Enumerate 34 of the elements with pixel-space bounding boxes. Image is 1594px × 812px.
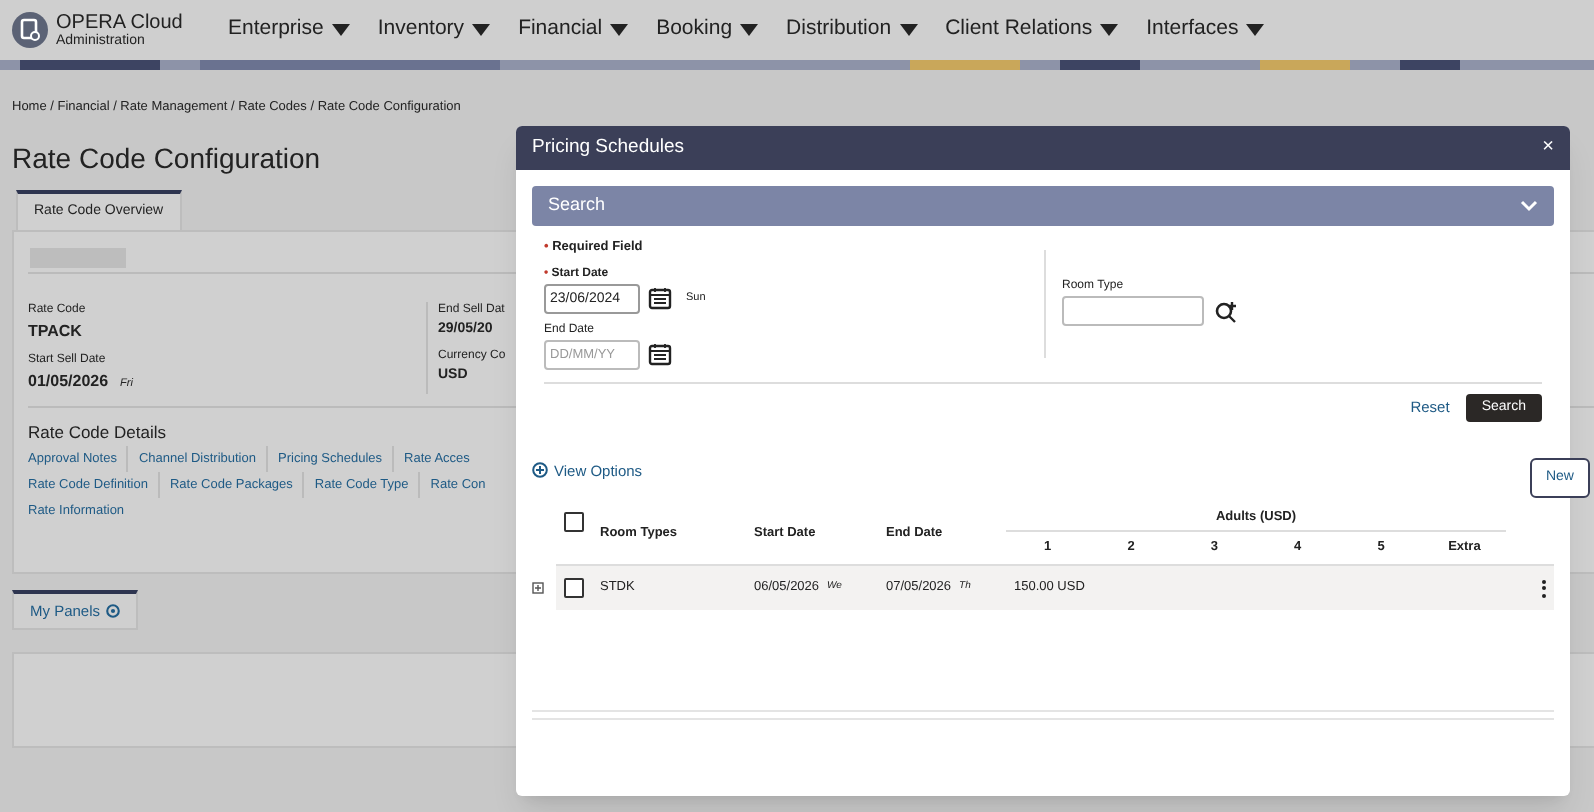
- close-button[interactable]: ×: [1542, 138, 1554, 158]
- search-icon[interactable]: [1214, 299, 1238, 323]
- menu-item[interactable]: Interfaces: [1146, 14, 1265, 46]
- menu-item[interactable]: Client Relations: [945, 14, 1119, 46]
- plus-circle-icon: [532, 462, 548, 479]
- section-title: Rate Code Details: [28, 419, 168, 445]
- dialog-title: Pricing Schedules: [532, 133, 685, 162]
- checkbox[interactable]: [564, 512, 584, 533]
- caret-icon: [472, 24, 491, 36]
- menu-item[interactable]: Financial: [518, 14, 629, 46]
- menu-item[interactable]: Inventory: [377, 14, 491, 46]
- caret-icon: [331, 24, 350, 36]
- caret-icon: [899, 24, 918, 36]
- caret-icon: [1246, 24, 1265, 36]
- calendar-icon[interactable]: [648, 342, 672, 367]
- expand-icon[interactable]: [532, 582, 544, 594]
- caret-icon: [1100, 24, 1119, 36]
- menu-item[interactable]: Distribution: [786, 14, 918, 46]
- page-title: Rate Code Configuration: [12, 139, 321, 178]
- calendar-icon[interactable]: [648, 286, 672, 311]
- caret-icon: [740, 24, 759, 36]
- gear-icon: [106, 603, 121, 618]
- room-type-field[interactable]: [1062, 296, 1204, 326]
- caret-icon: [610, 24, 629, 36]
- field-value: TPACK: [28, 319, 82, 344]
- chevron-down-icon: [1520, 200, 1538, 212]
- logo-icon: [12, 12, 48, 48]
- search-header[interactable]: Search: [532, 186, 1554, 226]
- app-name: OPERA Cloud: [56, 13, 183, 33]
- field-value: 01/05/2026: [28, 369, 109, 394]
- menu-item[interactable]: Enterprise: [228, 14, 350, 46]
- menu-item[interactable]: Booking: [656, 14, 759, 46]
- search-title: Search: [548, 192, 606, 219]
- checkbox[interactable]: [564, 578, 584, 598]
